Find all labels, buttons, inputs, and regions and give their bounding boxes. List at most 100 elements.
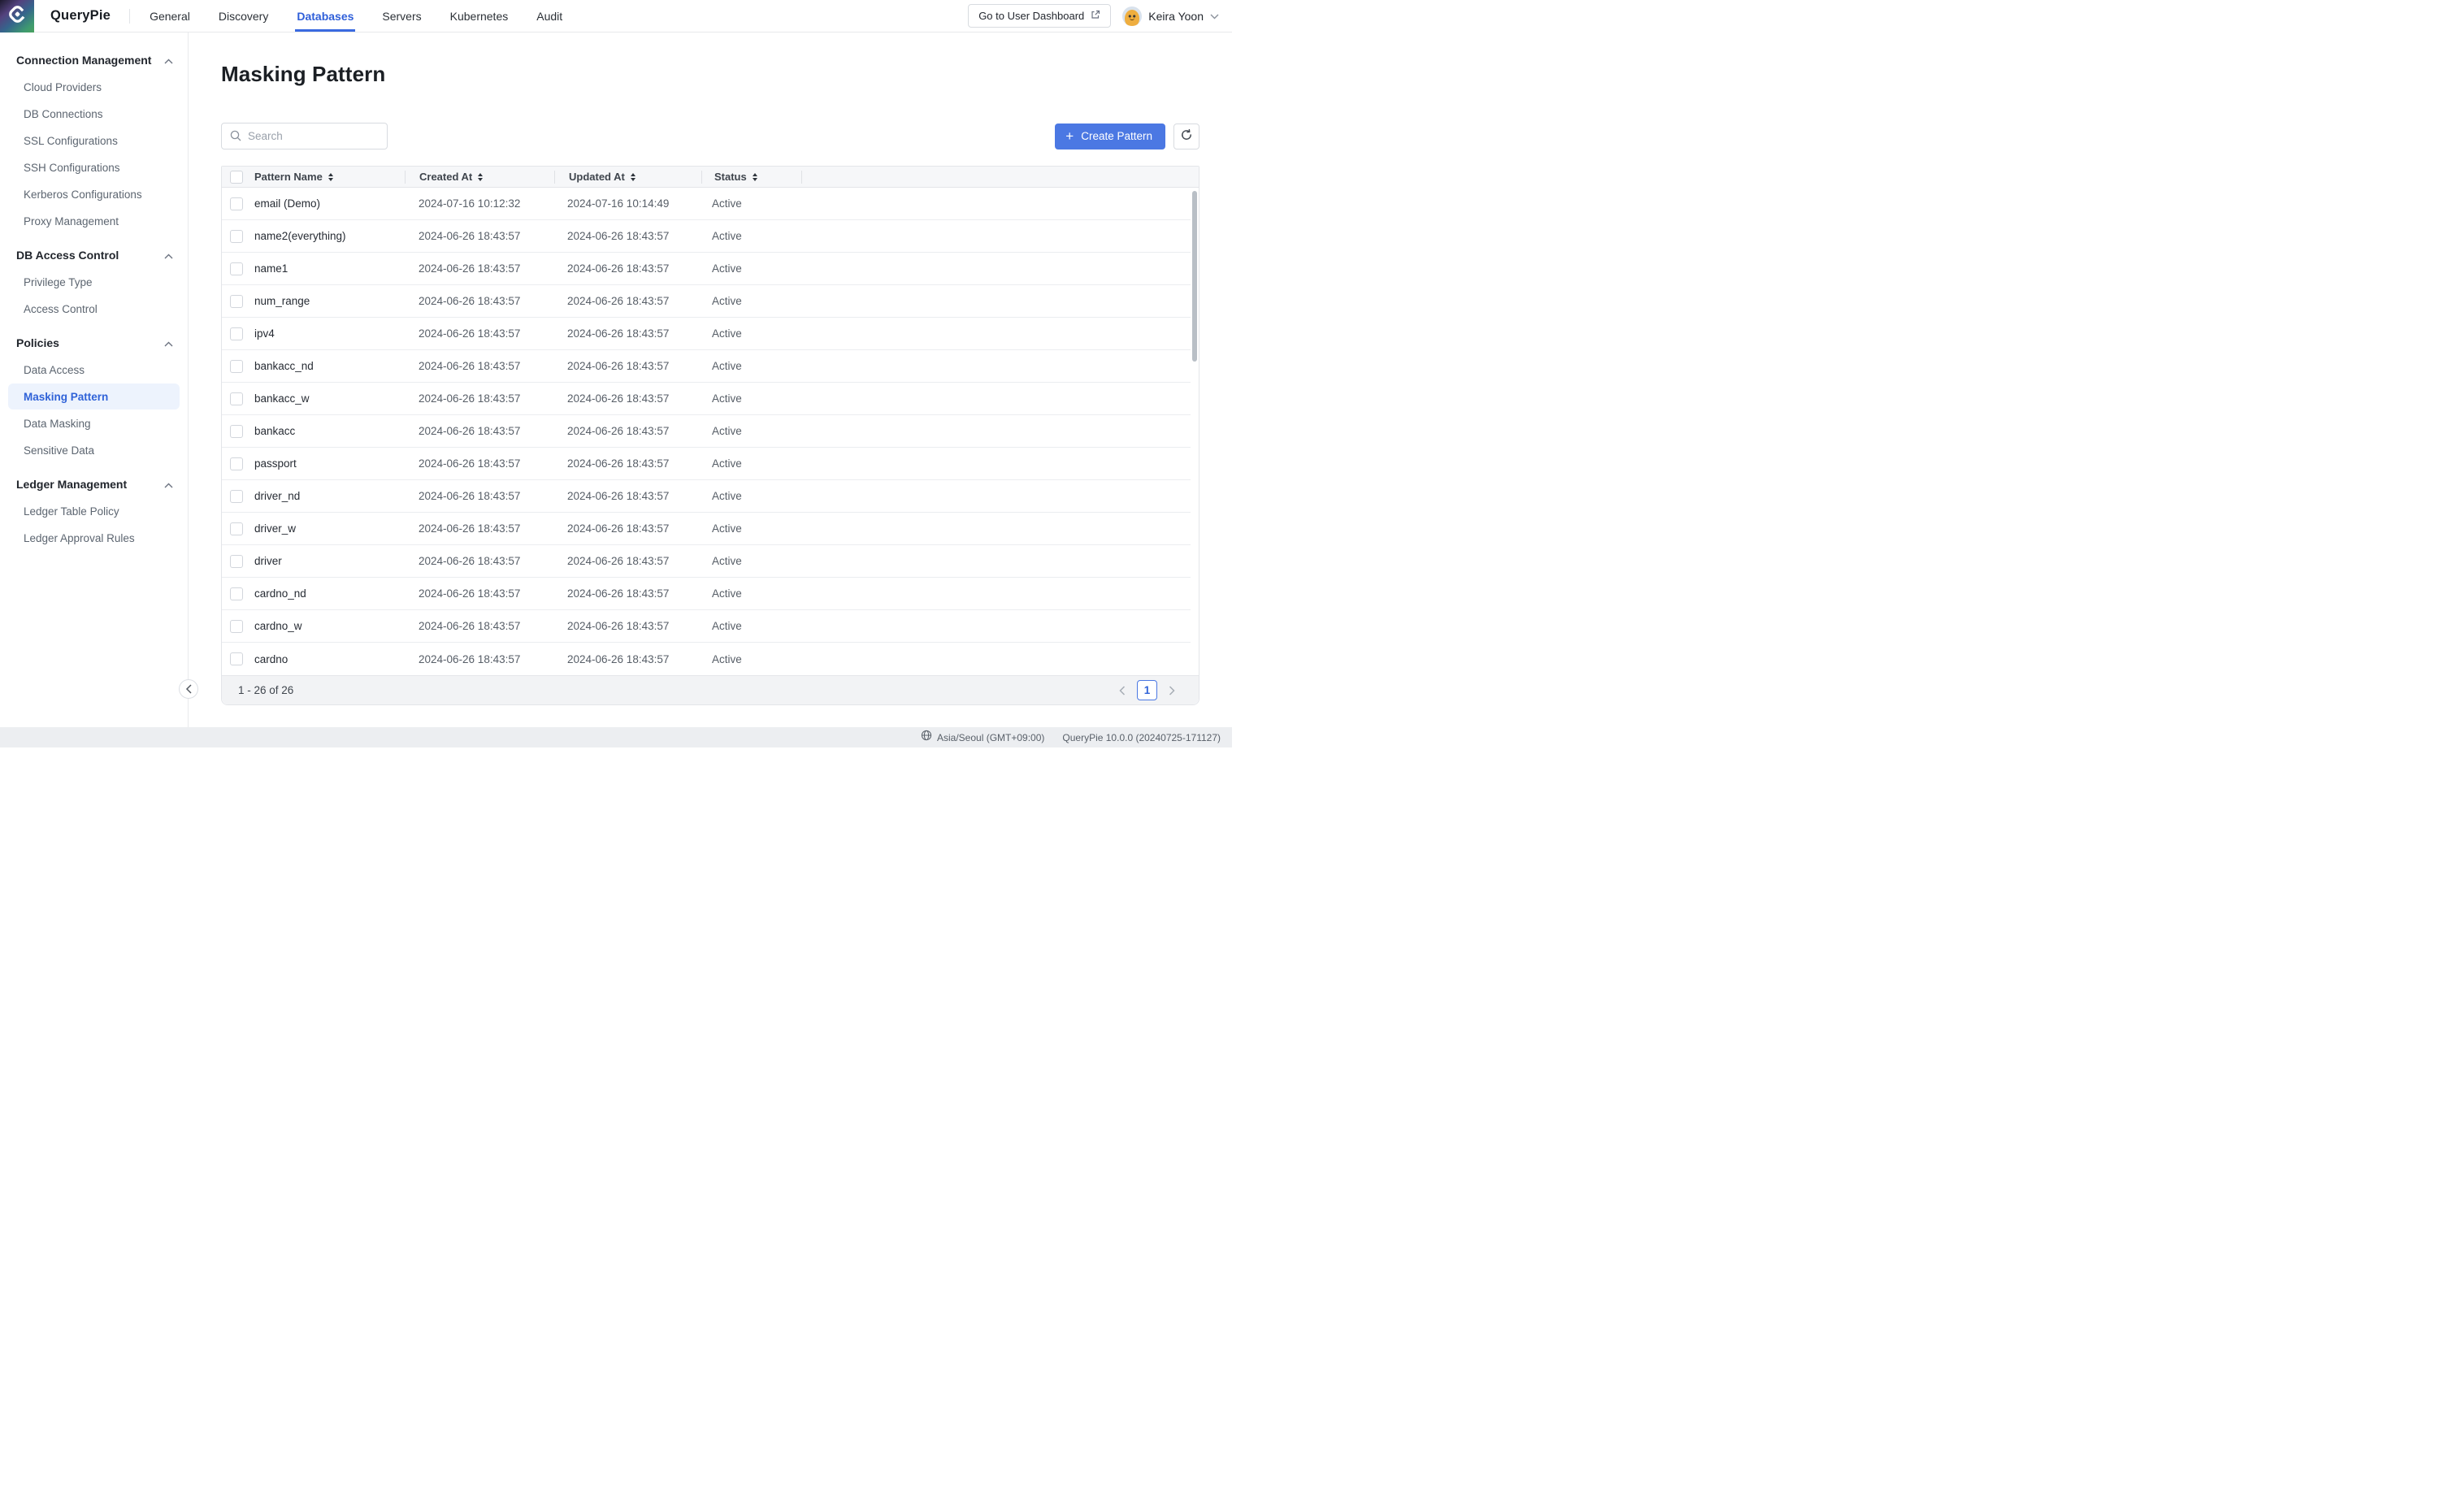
sidebar-item-ssh-configurations[interactable]: SSH Configurations <box>8 154 180 180</box>
sidebar-section-header-policies[interactable]: Policies <box>0 330 188 356</box>
refresh-button[interactable] <box>1173 124 1199 150</box>
cell-pattern-name: passport <box>254 457 405 470</box>
column-header-pattern-name[interactable]: Pattern Name <box>254 171 405 184</box>
row-checkbox[interactable] <box>230 230 243 243</box>
row-checkbox-cell <box>222 360 254 373</box>
cell-status: Active <box>700 653 799 665</box>
nav-tab-servers[interactable]: Servers <box>380 0 423 32</box>
cell-updated-at: 2024-06-26 18:43:57 <box>553 555 700 567</box>
sidebar-section-header-ledger-management[interactable]: Ledger Management <box>0 471 188 497</box>
row-checkbox[interactable] <box>230 360 243 373</box>
querypie-admin-app: QueryPie GeneralDiscoveryDatabasesServer… <box>0 0 1232 748</box>
cell-status: Active <box>700 555 799 567</box>
nav-divider <box>129 9 130 24</box>
row-checkbox[interactable] <box>230 425 243 438</box>
sidebar-item-kerberos-configurations[interactable]: Kerberos Configurations <box>8 181 180 207</box>
chevron-up-icon <box>164 478 173 491</box>
cell-status: Active <box>700 392 799 405</box>
cell-status: Active <box>700 360 799 372</box>
sidebar-item-ledger-approval-rules[interactable]: Ledger Approval Rules <box>8 525 180 551</box>
table-row-name2-everything[interactable]: name2(everything)2024-06-26 18:43:572024… <box>222 220 1191 253</box>
row-checkbox[interactable] <box>230 197 243 210</box>
globe-icon <box>921 730 932 745</box>
cell-updated-at: 2024-06-26 18:43:57 <box>553 230 700 242</box>
row-checkbox[interactable] <box>230 457 243 470</box>
search-icon <box>229 129 242 146</box>
sidebar-item-privilege-type[interactable]: Privilege Type <box>8 269 180 295</box>
nav-tab-databases[interactable]: Databases <box>295 0 355 32</box>
row-checkbox[interactable] <box>230 620 243 633</box>
nav-tab-general[interactable]: General <box>148 0 192 32</box>
previous-page-button[interactable] <box>1115 681 1130 700</box>
row-checkbox[interactable] <box>230 327 243 340</box>
sidebar: Connection ManagementCloud ProvidersDB C… <box>0 32 189 748</box>
go-to-user-dashboard-button[interactable]: Go to User Dashboard <box>968 4 1111 28</box>
table-row-cardno[interactable]: cardno2024-06-26 18:43:572024-06-26 18:4… <box>222 643 1191 675</box>
table-row-bankacc-nd[interactable]: bankacc_nd2024-06-26 18:43:572024-06-26 … <box>222 350 1191 383</box>
sidebar-section-policies: PoliciesData AccessMasking PatternData M… <box>0 330 188 463</box>
sidebar-collapse-button[interactable] <box>179 679 198 699</box>
row-checkbox[interactable] <box>230 262 243 275</box>
search-input[interactable] <box>221 123 388 150</box>
chevron-down-icon <box>1210 9 1219 24</box>
sidebar-item-ledger-table-policy[interactable]: Ledger Table Policy <box>8 498 180 524</box>
sidebar-item-masking-pattern[interactable]: Masking Pattern <box>8 384 180 410</box>
table-row-ipv4[interactable]: ipv42024-06-26 18:43:572024-06-26 18:43:… <box>222 318 1191 350</box>
sidebar-item-sensitive-data[interactable]: Sensitive Data <box>8 437 180 463</box>
user-name: Keira Yoon <box>1148 10 1204 23</box>
table-row-cardno-w[interactable]: cardno_w2024-06-26 18:43:572024-06-26 18… <box>222 610 1191 643</box>
page-number-button[interactable]: 1 <box>1137 680 1157 700</box>
table-row-driver-nd[interactable]: driver_nd2024-06-26 18:43:572024-06-26 1… <box>222 480 1191 513</box>
table-row-driver[interactable]: driver2024-06-26 18:43:572024-06-26 18:4… <box>222 545 1191 578</box>
nav-tab-audit[interactable]: Audit <box>535 0 564 32</box>
row-checkbox[interactable] <box>230 522 243 535</box>
sidebar-item-access-control[interactable]: Access Control <box>8 296 180 322</box>
table-row-bankacc[interactable]: bankacc2024-06-26 18:43:572024-06-26 18:… <box>222 415 1191 448</box>
nav-tab-discovery[interactable]: Discovery <box>217 0 270 32</box>
sidebar-item-data-masking[interactable]: Data Masking <box>8 410 180 436</box>
table-scrollbar-thumb[interactable] <box>1192 191 1197 362</box>
sidebar-section-title: Ledger Management <box>16 478 127 491</box>
search-wrap <box>221 123 388 150</box>
table-row-passport[interactable]: passport2024-06-26 18:43:572024-06-26 18… <box>222 448 1191 480</box>
page-title: Masking Pattern <box>221 62 1199 87</box>
timezone-label: Asia/Seoul (GMT+09:00) <box>937 732 1044 743</box>
row-checkbox-cell <box>222 197 254 210</box>
column-divider <box>801 171 802 184</box>
column-header-status[interactable]: Status <box>702 171 801 184</box>
table-row-bankacc-w[interactable]: bankacc_w2024-06-26 18:43:572024-06-26 1… <box>222 383 1191 415</box>
sidebar-item-data-access[interactable]: Data Access <box>8 357 180 383</box>
table-row-name1[interactable]: name12024-06-26 18:43:572024-06-26 18:43… <box>222 253 1191 285</box>
sidebar-item-cloud-providers[interactable]: Cloud Providers <box>8 74 180 100</box>
cell-pattern-name: num_range <box>254 295 405 307</box>
column-header-created-at[interactable]: Created At <box>406 171 554 184</box>
sidebar-section-header-connection-management[interactable]: Connection Management <box>0 47 188 73</box>
row-checkbox[interactable] <box>230 587 243 600</box>
table-row-cardno-nd[interactable]: cardno_nd2024-06-26 18:43:572024-06-26 1… <box>222 578 1191 610</box>
row-checkbox[interactable] <box>230 652 243 665</box>
column-header-updated-at[interactable]: Updated At <box>555 171 701 184</box>
sidebar-item-ssl-configurations[interactable]: SSL Configurations <box>8 128 180 154</box>
row-checkbox[interactable] <box>230 295 243 308</box>
querypie-logo[interactable] <box>0 0 34 32</box>
row-checkbox[interactable] <box>230 490 243 503</box>
row-checkbox[interactable] <box>230 555 243 568</box>
next-page-button[interactable] <box>1165 681 1179 700</box>
table-row-num-range[interactable]: num_range2024-06-26 18:43:572024-06-26 1… <box>222 285 1191 318</box>
create-pattern-button[interactable]: + Create Pattern <box>1055 124 1165 150</box>
row-checkbox[interactable] <box>230 392 243 405</box>
user-menu[interactable]: Keira Yoon <box>1122 6 1219 26</box>
timezone-indicator: Asia/Seoul (GMT+09:00) <box>921 730 1044 745</box>
row-checkbox-cell <box>222 652 254 665</box>
cell-status: Active <box>700 490 799 502</box>
table-row-driver-w[interactable]: driver_w2024-06-26 18:43:572024-06-26 18… <box>222 513 1191 545</box>
sidebar-section-header-db-access-control[interactable]: DB Access Control <box>0 242 188 268</box>
cell-updated-at: 2024-06-26 18:43:57 <box>553 522 700 535</box>
sidebar-item-proxy-management[interactable]: Proxy Management <box>8 208 180 234</box>
table-row-email-demo[interactable]: email (Demo)2024-07-16 10:12:322024-07-1… <box>222 188 1191 220</box>
select-all-checkbox[interactable] <box>230 171 243 184</box>
sort-icon <box>328 173 333 181</box>
nav-tab-kubernetes[interactable]: Kubernetes <box>449 0 510 32</box>
sidebar-item-db-connections[interactable]: DB Connections <box>8 101 180 127</box>
toolbar-right: + Create Pattern <box>1055 124 1199 150</box>
